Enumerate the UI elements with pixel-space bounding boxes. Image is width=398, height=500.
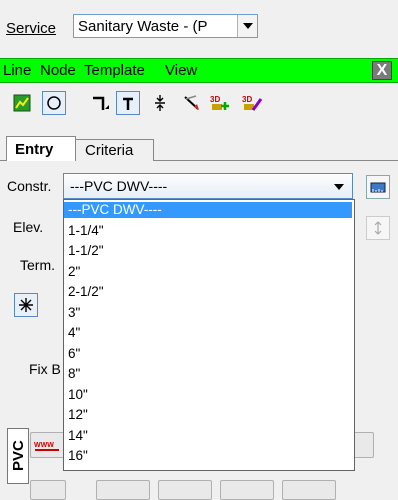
fitting-button-5[interactable] <box>220 480 274 500</box>
3d-add-icon: 3D <box>210 95 229 110</box>
pvc-tab-label: PVC <box>10 440 27 471</box>
elev-label: Elev. <box>13 219 44 235</box>
chevron-down-icon <box>242 23 253 29</box>
close-button[interactable]: X <box>372 61 392 80</box>
fitting-button[interactable]: WWW <box>30 432 66 458</box>
dropdown-option[interactable]: 8" <box>64 366 352 382</box>
measure-icon <box>370 182 386 193</box>
dropdown-option[interactable]: 14" <box>64 428 352 444</box>
dropdown-option[interactable]: ---PVC DWV---- <box>64 202 352 218</box>
dropdown-option[interactable]: 2-1/2" <box>64 284 352 300</box>
toolbar: 3D 3D <box>0 86 398 122</box>
menu-line[interactable]: Line <box>3 62 31 79</box>
dropdown-option[interactable]: 12" <box>64 407 352 423</box>
chart-tool-button[interactable] <box>10 91 34 115</box>
constr-label: Constr. <box>7 178 52 194</box>
service-value: Sanitary Waste - (P <box>78 18 208 35</box>
elbow-tool-button[interactable] <box>88 91 112 115</box>
vertical-arrows-icon <box>374 221 382 235</box>
chart-icon <box>13 94 31 112</box>
service-select[interactable]: Sanitary Waste - (P <box>73 14 258 38</box>
menu-template[interactable]: Template <box>84 62 145 79</box>
svg-text:3D: 3D <box>210 95 220 104</box>
elbow-icon <box>93 96 109 110</box>
fixb-label: Fix B <box>29 361 61 377</box>
3d-edit-button[interactable]: 3D <box>240 91 264 115</box>
3d-edit-icon: 3D <box>242 95 263 111</box>
circle-tool-button[interactable] <box>42 91 66 115</box>
angle-tool-button[interactable] <box>180 91 204 115</box>
tab-criteria[interactable]: Criteria <box>74 139 154 161</box>
tab-pvc[interactable]: PVC <box>7 428 29 484</box>
elevation-button <box>366 216 390 240</box>
menu-bar: Line Node Template View X <box>0 58 398 83</box>
dropdown-option[interactable]: 1-1/2" <box>64 243 352 259</box>
menu-node[interactable]: Node <box>40 62 76 79</box>
3d-add-button[interactable]: 3D <box>208 91 232 115</box>
angle-icon <box>184 95 199 110</box>
fitting-button-4[interactable] <box>158 480 212 500</box>
dropdown-option[interactable]: 4" <box>64 325 352 341</box>
fitting-button-2[interactable] <box>30 480 66 500</box>
reducer-tool-button[interactable] <box>148 91 172 115</box>
snowflake-icon <box>19 298 33 312</box>
constr-value: ---PVC DWV---- <box>70 178 168 194</box>
menu-view[interactable]: View <box>165 62 197 79</box>
dropdown-option[interactable]: 6" <box>64 346 352 362</box>
tee-tool-button[interactable] <box>116 91 140 115</box>
svg-text:WWW: WWW <box>34 442 54 449</box>
construction-lookup-button[interactable] <box>366 175 390 199</box>
chevron-down-icon[interactable] <box>334 184 344 190</box>
service-label: Service <box>6 20 57 37</box>
svg-text:3D: 3D <box>242 95 252 104</box>
service-dropdown-button[interactable] <box>237 15 257 37</box>
fitting-icon: WWW <box>34 442 59 451</box>
dropdown-option[interactable]: 10" <box>64 387 352 403</box>
tab-entry[interactable]: Entry <box>6 136 76 161</box>
reducer-icon <box>155 95 165 111</box>
constr-dropdown-list[interactable]: ---PVC DWV---- 1-1/4" 1-1/2" 2" 2-1/2" 3" 4" 6"… <box>63 199 355 471</box>
dropdown-option[interactable]: 1-1/4" <box>64 223 352 239</box>
fitting-button-6[interactable] <box>282 480 336 500</box>
constr-select[interactable]: ---PVC DWV---- <box>63 173 353 199</box>
freeze-button[interactable] <box>14 293 38 317</box>
term-label: Term. <box>20 257 55 273</box>
tee-icon <box>123 97 133 110</box>
circle-icon <box>47 96 61 110</box>
dropdown-option[interactable]: 2" <box>64 264 352 280</box>
dropdown-option[interactable]: 16" <box>64 448 352 464</box>
dropdown-option[interactable]: 3" <box>64 305 352 321</box>
fitting-button-3[interactable] <box>96 480 150 500</box>
